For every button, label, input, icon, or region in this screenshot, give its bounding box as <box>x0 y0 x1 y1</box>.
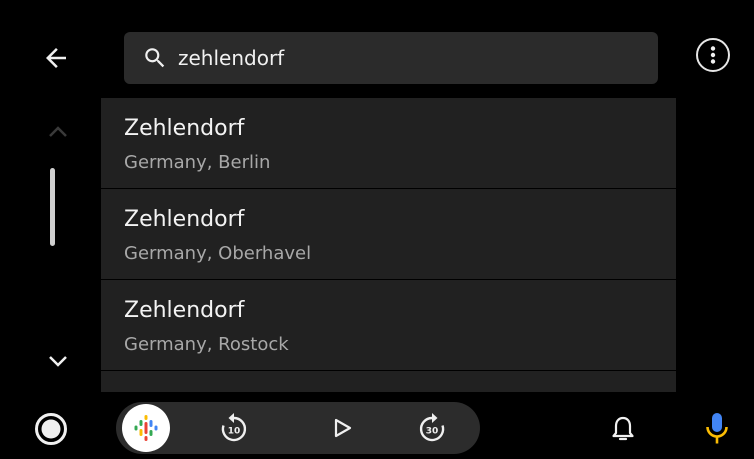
play-icon <box>334 418 352 438</box>
back-button[interactable] <box>28 32 84 84</box>
voice-assistant-button[interactable] <box>700 410 734 448</box>
result-item[interactable] <box>101 371 676 392</box>
home-button[interactable] <box>34 412 68 446</box>
microphone-icon <box>706 413 728 444</box>
result-item[interactable]: Zehlendorf Germany, Oberhavel <box>101 189 676 279</box>
forward-30-icon: 30 <box>419 413 445 442</box>
chevron-down-icon <box>49 356 67 367</box>
podcast-app-icon <box>134 415 158 441</box>
bell-icon <box>612 416 634 441</box>
result-subtitle: Germany, Oberhavel <box>124 243 312 264</box>
home-circle-icon <box>35 413 67 445</box>
rewind-button[interactable]: 10 <box>214 408 254 448</box>
android-auto-screen: Zehlendorf Germany, Berlin Zehlendorf Ge… <box>10 10 752 459</box>
result-title: Zehlendorf <box>124 298 245 323</box>
media-controls: 10 30 <box>116 402 480 454</box>
scroll-up-button[interactable] <box>44 122 72 142</box>
result-title: Zehlendorf <box>124 207 245 232</box>
forward-button[interactable]: 30 <box>412 408 452 448</box>
search-input[interactable] <box>178 46 638 70</box>
scrollbar-thumb[interactable] <box>50 168 55 246</box>
result-subtitle: Germany, Berlin <box>124 152 271 173</box>
forward-seconds-label: 30 <box>426 427 439 437</box>
podcast-app-button[interactable] <box>122 404 170 452</box>
replay-10-icon: 10 <box>221 413 247 442</box>
scroll-down-button[interactable] <box>43 350 73 372</box>
bottom-navigation-bar: 10 30 <box>10 392 752 459</box>
result-item[interactable]: Zehlendorf Germany, Rostock <box>101 280 676 370</box>
play-button[interactable] <box>322 408 362 448</box>
result-subtitle: Germany, Rostock <box>124 334 289 355</box>
search-results-list: Zehlendorf Germany, Berlin Zehlendorf Ge… <box>101 98 676 392</box>
arrow-left-icon <box>46 48 66 68</box>
result-item[interactable]: Zehlendorf Germany, Berlin <box>101 98 676 188</box>
more-options-button[interactable] <box>696 38 730 72</box>
rewind-seconds-label: 10 <box>228 427 241 437</box>
search-icon <box>142 45 168 71</box>
search-bar[interactable] <box>124 32 658 84</box>
more-vertical-icon <box>710 46 716 64</box>
result-title: Zehlendorf <box>124 116 245 141</box>
notifications-button[interactable] <box>606 412 640 446</box>
chevron-up-icon <box>49 126 67 137</box>
